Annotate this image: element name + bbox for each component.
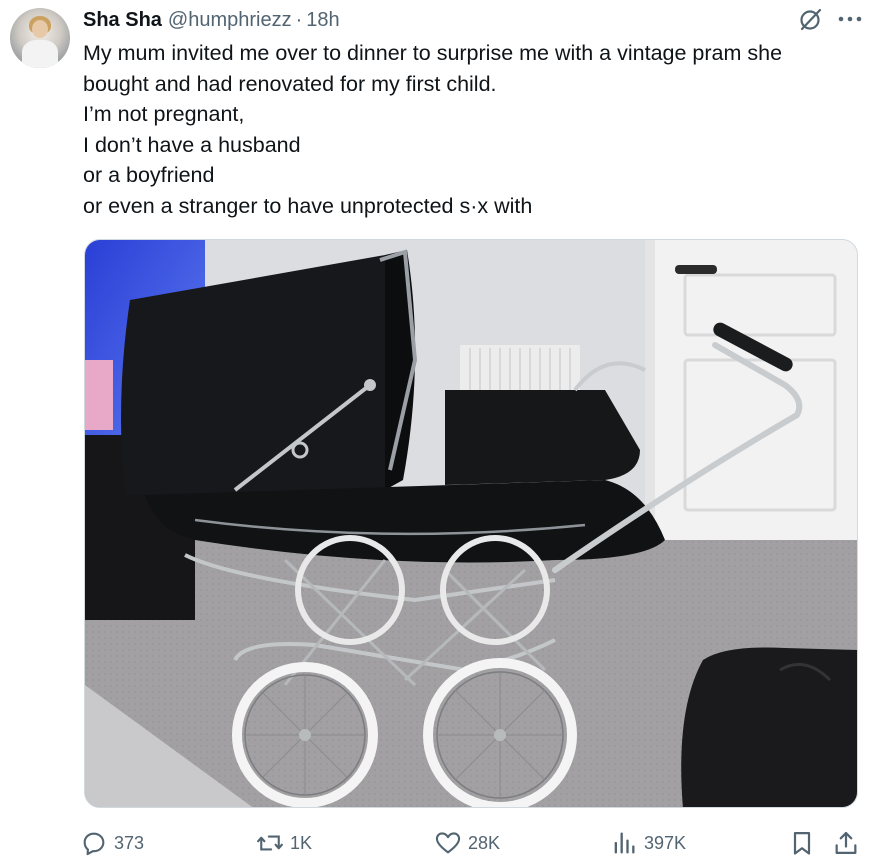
repost-count: 1K (290, 832, 313, 853)
views-button[interactable]: 397K (610, 826, 686, 860)
reply-count: 373 (114, 832, 145, 853)
tweet-header: Sha Sha @humphriezz · 18h (83, 6, 340, 34)
tweet-line: or a boyfriend (83, 163, 215, 187)
tweet-line: I’m not pregnant, (83, 102, 245, 126)
reply-icon (83, 832, 105, 856)
pram-photo (85, 240, 857, 807)
avatar-face (32, 20, 48, 38)
bookmark-icon (793, 831, 811, 855)
avatar[interactable] (10, 8, 70, 68)
tweet-line: bought and had renovated for my first ch… (83, 71, 497, 96)
action-bar: 373 1K 28K 397K (78, 826, 868, 860)
author-name[interactable]: Sha Sha (83, 9, 162, 32)
share-button[interactable] (832, 826, 860, 860)
tweet-photo[interactable] (84, 239, 858, 808)
header-actions (798, 6, 862, 32)
bookmark-button[interactable] (788, 826, 816, 860)
tweet-timestamp[interactable]: 18h (306, 9, 339, 32)
avatar-body (22, 40, 58, 68)
repost-button[interactable]: 1K (256, 826, 312, 860)
reply-button[interactable]: 373 (80, 826, 144, 860)
repost-icon (257, 835, 283, 851)
tweet-line: or even a stranger to have unprotected s… (83, 193, 533, 218)
views-count: 397K (644, 832, 687, 853)
grok-icon[interactable] (798, 6, 824, 32)
tweet-line: My mum invited me over to dinner to surp… (83, 41, 783, 65)
views-icon (614, 832, 635, 854)
like-icon (435, 832, 461, 854)
tweet-text: My mum invited me over to dinner to surp… (83, 38, 853, 221)
author-handle[interactable]: @humphriezz (168, 9, 292, 32)
like-count: 28K (468, 832, 501, 853)
share-icon (835, 831, 857, 855)
header-separator: · (295, 8, 303, 31)
tweet-line: I don’t have a husband (83, 132, 301, 157)
like-button[interactable]: 28K (434, 826, 500, 860)
more-icon[interactable] (838, 15, 862, 23)
